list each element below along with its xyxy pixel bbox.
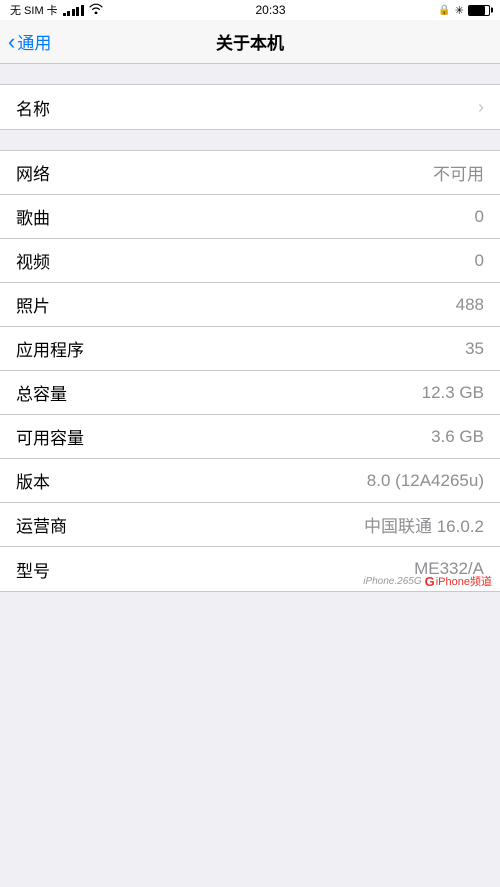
status-left: 无 SIM 卡 (10, 2, 103, 18)
row-value-available: 3.6 GB (431, 427, 484, 447)
table-row[interactable]: 运营商 中国联通 16.0.2 (0, 503, 500, 547)
row-value-videos: 0 (475, 251, 484, 271)
row-value-carrier: 中国联通 16.0.2 (364, 512, 484, 537)
row-value-version: 8.0 (12A4265u) (367, 471, 484, 491)
signal-bar-3 (72, 9, 75, 16)
table-row[interactable]: 总容量 12.3 GB (0, 371, 500, 415)
back-label[interactable]: 通用 (17, 29, 51, 54)
spacer-1 (0, 130, 500, 150)
battery-fill (469, 6, 485, 15)
row-value-apps: 35 (465, 339, 484, 359)
wifi-icon (89, 3, 103, 17)
table-row[interactable]: 照片 488 (0, 283, 500, 327)
name-section: 名称 › (0, 84, 500, 130)
table-row[interactable]: 版本 8.0 (12A4265u) (0, 459, 500, 503)
row-label-songs: 歌曲 (16, 204, 50, 229)
table-row[interactable]: 应用程序 35 (0, 327, 500, 371)
bluetooth-icon: ✳ (455, 4, 464, 17)
signal-bar-5 (81, 5, 84, 16)
signal-bar-2 (67, 11, 70, 16)
row-label-carrier: 运营商 (16, 512, 67, 537)
row-label-version: 版本 (16, 468, 50, 493)
signal-bars (63, 5, 84, 16)
signal-bar-4 (76, 7, 79, 16)
back-chevron-icon: ‹ (8, 31, 15, 53)
table-row[interactable]: 网络 不可用 (0, 151, 500, 195)
chevron-icon: › (478, 97, 484, 118)
table-row[interactable]: 型号 ME332/A iPhone.265G G iPhone频道 (0, 547, 500, 591)
row-label-capacity: 总容量 (16, 380, 67, 405)
row-value-songs: 0 (475, 207, 484, 227)
table-row[interactable]: 可用容量 3.6 GB (0, 415, 500, 459)
row-label-model: 型号 (16, 557, 50, 582)
row-value-photos: 488 (456, 295, 484, 315)
back-button[interactable]: ‹ 通用 (8, 29, 51, 54)
row-label-network: 网络 (16, 160, 50, 185)
row-label-photos: 照片 (16, 292, 50, 317)
nav-bar: ‹ 通用 关于本机 (0, 20, 500, 64)
info-section: 网络 不可用 歌曲 0 视频 0 照片 488 应用程序 35 总容量 12.3… (0, 150, 500, 592)
battery-icon (468, 5, 490, 16)
row-label-name: 名称 (16, 95, 50, 120)
status-bar: 无 SIM 卡 20:33 🔒 ✳ (0, 0, 500, 20)
row-value-network: 不可用 (433, 160, 484, 185)
row-label-apps: 应用程序 (16, 336, 84, 361)
status-right: 🔒 ✳ (438, 4, 490, 17)
row-label-videos: 视频 (16, 248, 50, 273)
carrier-text: 无 SIM 卡 (10, 2, 58, 18)
table-row[interactable]: 歌曲 0 (0, 195, 500, 239)
table-row[interactable]: 名称 › (0, 85, 500, 129)
table-row[interactable]: 视频 0 (0, 239, 500, 283)
row-label-available: 可用容量 (16, 424, 84, 449)
signal-bar-1 (63, 13, 66, 16)
page-title: 关于本机 (216, 29, 284, 54)
row-value-capacity: 12.3 GB (422, 383, 484, 403)
content-area: 名称 › 网络 不可用 歌曲 0 视频 0 照片 488 应用程序 35 (0, 64, 500, 887)
lock-icon: 🔒 (438, 5, 450, 16)
status-time: 20:33 (255, 3, 285, 17)
row-value-name: › (478, 97, 484, 118)
